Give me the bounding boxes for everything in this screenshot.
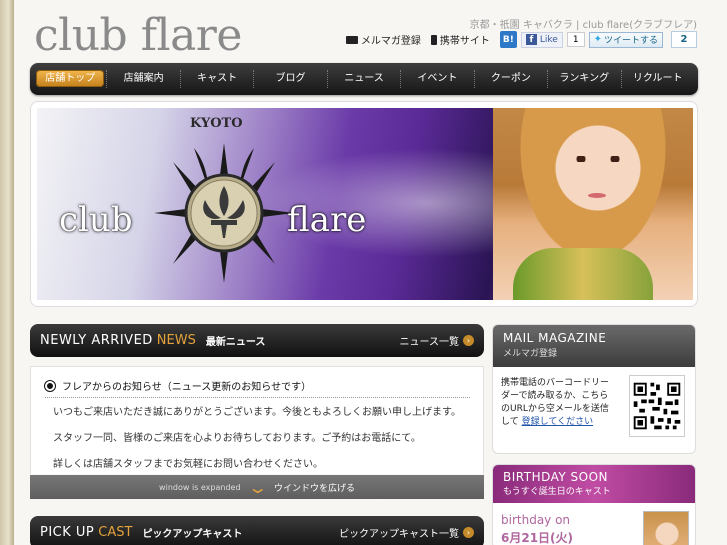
main-nav: 店舗トップ 店舗案内 キャスト ブログ ニュース イベント クーポン ランキング… — [30, 63, 698, 95]
news-item-title[interactable]: フレアからのお知らせ（ニュース更新のお知らせです） — [45, 378, 470, 398]
mail-heading-en: MAIL MAGAZINE — [503, 331, 607, 345]
news-list-label: ニュース一覧 — [399, 337, 460, 348]
news-line: スタッフ一同、皆様のご来店を心よりお待ちしております。ご予約はお電話にて。 — [53, 433, 421, 444]
news-heading-accent: NEWS — [156, 333, 196, 348]
nav-item-news[interactable]: ニュース — [328, 70, 402, 88]
nav-label: キャスト — [197, 73, 238, 84]
news-line: 詳しくは店舗スタッフまでお気軽にお問い合わせください。 — [53, 459, 323, 470]
birthday-label: birthday on — [501, 513, 571, 527]
news-heading-ja: 最新ニュース — [205, 337, 266, 348]
nav-item-cast[interactable]: キャスト — [181, 70, 255, 88]
mail-description: 携帯電話のバーコードリーダーで読み取るか、こちらのURLから空メールを送信して … — [501, 377, 617, 429]
mail-icon — [345, 35, 358, 44]
twitter-bird-icon: ✦ — [593, 34, 602, 45]
hero-flare-text: flare — [287, 200, 367, 240]
news-heading-en: NEWLY ARRIVED — [40, 333, 153, 348]
birthday-date: 6月21日(火) — [501, 531, 574, 545]
nav-item-shop-info[interactable]: 店舗案内 — [107, 70, 181, 88]
social-bar: メルマガ登録 携帯サイト B! f Like 1 ✦ ツイートする 2 — [345, 31, 697, 48]
pickup-heading-bar: PICK UP CAST ピックアップキャスト ピックアップキャスト一覧 › — [30, 516, 484, 545]
birthday-heading: BIRTHDAY SOON もうすぐ誕生日のキャスト — [493, 465, 695, 503]
portrait-outfit — [513, 248, 653, 300]
page-left-edge — [0, 0, 14, 545]
pickup-heading-ja: ピックアップキャスト — [142, 529, 243, 540]
nav-item-shop-top[interactable]: 店舗トップ — [34, 70, 108, 88]
tweet-label: ツイートする — [603, 36, 658, 46]
expand-label-en: window is expanded — [159, 482, 241, 492]
facebook-icon: f — [525, 34, 537, 45]
mobile-site-label: 携帯サイト — [439, 36, 490, 47]
nav-item-coupon[interactable]: クーポン — [475, 70, 549, 88]
chevron-down-icon: ⌄ — [246, 477, 268, 497]
cast-thumbnail[interactable] — [643, 511, 689, 545]
portrait-eyes — [573, 156, 623, 162]
portrait-lips — [588, 193, 606, 198]
mail-magazine-box: MAIL MAGAZINE メルマガ登録 携帯電話のバーコードリーダーで読み取る… — [492, 324, 696, 454]
nav-label: イベント — [417, 73, 458, 84]
pickup-list-link[interactable]: ピックアップキャスト一覧 › — [339, 525, 474, 540]
facebook-like-button[interactable]: f Like — [520, 31, 563, 48]
birthday-heading-en: BIRTHDAY SOON — [503, 470, 609, 484]
birthday-heading-ja: もうすぐ誕生日のキャスト — [503, 487, 611, 497]
nav-label: ランキング — [559, 73, 610, 84]
nav-item-recruit[interactable]: リクルート — [622, 70, 694, 88]
hatena-bookmark-button[interactable]: B! — [499, 31, 517, 48]
nav-label: ニュース — [344, 73, 384, 84]
radio-bullet-icon — [45, 380, 55, 391]
news-line: いつもご来店いただき誠にありがとうございます。今後ともよろしくお願い申し上げます… — [53, 407, 461, 418]
mail-magazine-link[interactable]: メルマガ登録 — [345, 32, 421, 47]
fleur-de-lis-emblem-icon — [154, 143, 294, 283]
nav-label: 店舗トップ — [36, 70, 105, 87]
nav-item-event[interactable]: イベント — [401, 70, 475, 88]
hero-banner: KYOTO club flare — [37, 108, 693, 300]
facebook-like-label: Like — [539, 34, 558, 45]
news-list-link[interactable]: ニュース一覧 › — [399, 333, 474, 348]
tweet-count: 2 — [671, 31, 697, 48]
news-title-text: フレアからのお知らせ（ニュース更新のお知らせです） — [62, 382, 312, 393]
page: club flare 京都・祇園 キャバクラ | club flare(クラブフ… — [14, 0, 727, 545]
hero-frame: KYOTO club flare — [30, 101, 698, 307]
arrow-right-icon: › — [463, 335, 474, 346]
facebook-like-count: 1 — [566, 32, 585, 47]
pickup-heading-accent: CAST — [98, 525, 133, 540]
birthday-box: BIRTHDAY SOON もうすぐ誕生日のキャスト birthday on 6… — [492, 464, 696, 545]
tweet-button[interactable]: ✦ ツイートする — [588, 31, 663, 48]
page-title: 京都・祇園 キャバクラ | club flare(クラブフレア) — [469, 20, 697, 31]
mobile-site-link[interactable]: 携帯サイト — [430, 32, 490, 47]
nav-label: 店舗案内 — [123, 73, 164, 84]
arrow-right-icon: › — [463, 527, 474, 538]
mail-register-link[interactable]: 登録してください — [522, 417, 593, 427]
expand-window-button[interactable]: window is expanded ⌄ ウインドウを広げる — [30, 475, 484, 499]
pickup-list-label: ピックアップキャスト一覧 — [339, 529, 459, 540]
nav-label: リクルート — [632, 73, 683, 84]
hero-cast-photo — [493, 108, 693, 300]
nav-item-ranking[interactable]: ランキング — [548, 70, 622, 88]
nav-label: ブログ — [275, 73, 306, 84]
qr-code-icon — [629, 375, 685, 437]
news-body: フレアからのお知らせ（ニュース更新のお知らせです） いつもご来店いただき誠にあり… — [30, 366, 484, 474]
news-heading-bar: NEWLY ARRIVED NEWS 最新ニュース ニュース一覧 › — [30, 324, 484, 357]
hero-kyoto-label: KYOTO — [190, 116, 243, 131]
hero-club-text: club — [59, 200, 133, 240]
mobile-phone-icon — [430, 34, 437, 45]
nav-label: クーポン — [490, 73, 531, 84]
mail-magazine-label: メルマガ登録 — [360, 36, 421, 47]
nav-item-blog[interactable]: ブログ — [254, 70, 328, 88]
site-logo[interactable]: club flare — [34, 10, 242, 61]
pickup-heading-en: PICK UP — [40, 525, 95, 540]
expand-label-ja: ウインドウを広げる — [273, 483, 355, 494]
mail-magazine-heading: MAIL MAGAZINE メルマガ登録 — [493, 325, 695, 367]
mail-heading-ja: メルマガ登録 — [503, 349, 558, 359]
